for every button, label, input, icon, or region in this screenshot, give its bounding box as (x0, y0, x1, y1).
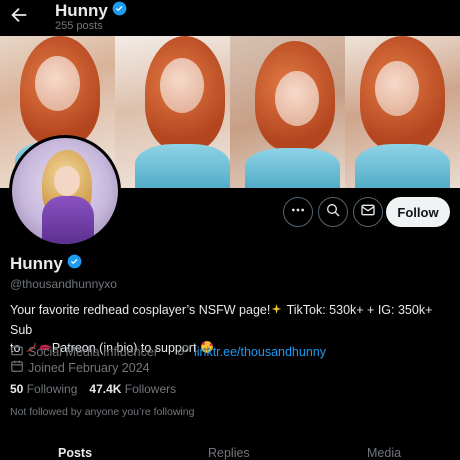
more-horizontal-icon (290, 202, 306, 223)
header-name: Hunny (55, 1, 108, 20)
banner-panel (345, 36, 460, 188)
message-button[interactable] (353, 197, 383, 227)
joined-date: Joined February 2024 (28, 360, 150, 375)
joined-row: Joined February 2024 (10, 359, 150, 376)
avatar[interactable] (9, 135, 121, 247)
followers-link[interactable]: 47.4K Followers (89, 382, 176, 396)
following-label: Following (26, 382, 78, 396)
followers-count: 47.4K (89, 382, 122, 396)
following-count: 50 (10, 382, 24, 396)
posts-count: 255 posts (55, 20, 103, 32)
bio-text: Your favorite redhead cosplayer’s NSFW p… (10, 303, 271, 317)
follow-button[interactable]: Follow (386, 197, 450, 227)
mail-icon (360, 202, 376, 223)
profile-link[interactable]: linktr.ee/thousandhunny (194, 345, 326, 359)
more-button[interactable] (283, 197, 313, 227)
category-label: Social Media Influencer (28, 344, 158, 359)
calendar-icon (10, 359, 24, 376)
header-title: Hunny (55, 1, 127, 21)
arrow-left-icon[interactable] (8, 4, 30, 26)
profile-tabs: Posts Replies Media (0, 440, 460, 460)
verified-badge-icon (112, 1, 127, 21)
not-followed-note: Not followed by anyone you’re following (10, 406, 195, 418)
profile-name: Hunny (10, 254, 82, 274)
profile-meta: Social Media Influencer linktr.ee/thousa… (10, 343, 326, 360)
sparkles-icon (270, 303, 283, 321)
link-icon (176, 343, 190, 360)
followers-label: Followers (124, 382, 177, 396)
top-bar: Hunny 255 posts (0, 0, 460, 36)
handle: @thousandhunnyxo (10, 277, 117, 291)
verified-badge-icon[interactable] (67, 254, 82, 274)
search-icon (325, 202, 341, 223)
tab-media[interactable]: Media (367, 446, 401, 460)
tab-replies[interactable]: Replies (208, 446, 250, 460)
follow-stats: 50 Following 47.4K Followers (10, 382, 176, 396)
banner-panel (230, 36, 345, 188)
tab-posts[interactable]: Posts (58, 446, 92, 460)
search-button[interactable] (318, 197, 348, 227)
banner-panel (115, 36, 230, 188)
briefcase-icon (10, 343, 24, 360)
following-link[interactable]: 50 Following (10, 382, 77, 396)
display-name: Hunny (10, 254, 63, 273)
